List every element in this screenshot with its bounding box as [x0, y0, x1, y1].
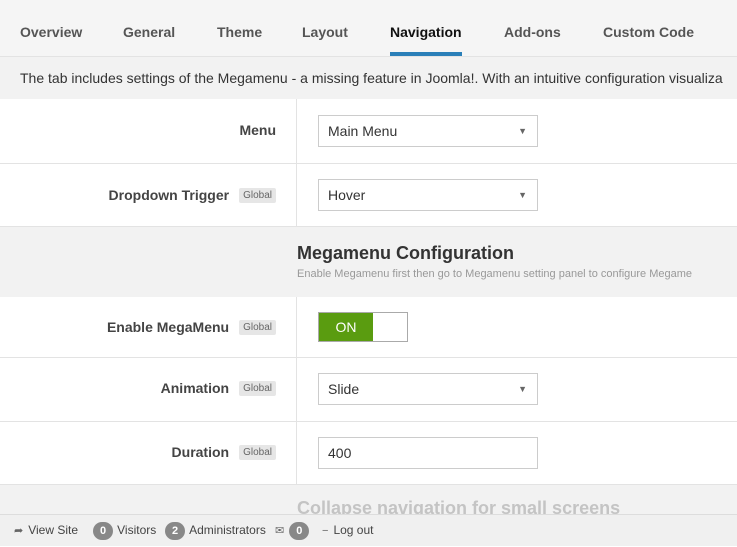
section-description: Enable Megamenu first then go to Megamen…	[297, 268, 693, 280]
global-badge: Global	[239, 188, 276, 203]
administrators-count-badge: 2	[165, 522, 186, 540]
duration-label-text: Duration	[171, 444, 230, 460]
animation-label-text: Animation	[160, 380, 230, 396]
tab-bar: Overview General Theme Layout Navigation…	[0, 0, 737, 57]
enable-megamenu-label-text: Enable MegaMenu	[106, 319, 230, 335]
tab-overview[interactable]: Overview	[20, 0, 82, 56]
field-row-menu: Menu Main Menu ▼	[0, 99, 737, 164]
view-site-link[interactable]: ➦ View Site	[14, 515, 78, 547]
dropdown-trigger-label: Dropdown Trigger Global	[109, 187, 276, 203]
field-row-dropdown-trigger: Dropdown Trigger Global Hover ▼	[0, 164, 737, 227]
section-collapse-navigation: Collapse navigation for small screens	[0, 485, 737, 514]
dropdown-trigger-select[interactable]: Hover ▼	[318, 179, 538, 211]
administrators-indicator[interactable]: 2 Administrators	[165, 515, 266, 546]
caret-down-icon: ▼	[518, 190, 527, 200]
caret-down-icon: ▼	[518, 126, 527, 136]
tab-custom-code[interactable]: Custom Code	[603, 0, 694, 56]
view-site-label: View Site	[28, 523, 79, 537]
enable-megamenu-toggle[interactable]: ON	[318, 312, 408, 342]
section-megamenu-configuration: Megamenu Configuration Enable Megamenu f…	[0, 227, 737, 297]
field-row-enable-megamenu: Enable MegaMenu Global ON	[0, 297, 737, 358]
duration-label: Duration Global	[172, 444, 276, 460]
toggle-on-state: ON	[319, 313, 373, 341]
duration-input[interactable]: 400	[318, 437, 538, 469]
minus-icon: −	[322, 525, 329, 537]
tab-theme[interactable]: Theme	[217, 0, 262, 56]
tab-general[interactable]: General	[123, 0, 175, 56]
administrators-label: Administrators	[189, 523, 266, 537]
visitors-label: Visitors	[117, 523, 157, 537]
external-link-icon: ➦	[14, 525, 24, 537]
menu-select[interactable]: Main Menu ▼	[318, 115, 538, 147]
animation-select[interactable]: Slide ▼	[318, 373, 538, 405]
field-row-duration: Duration Global 400	[0, 422, 737, 485]
messages-indicator[interactable]: ✉ 0	[275, 515, 313, 547]
visitors-indicator[interactable]: 0 Visitors	[93, 515, 156, 546]
animation-label: Animation Global	[161, 380, 276, 396]
animation-select-value: Slide	[328, 381, 360, 397]
logout-link[interactable]: − Log out	[322, 515, 373, 547]
tab-description: The tab includes settings of the Megamen…	[0, 57, 737, 99]
enable-megamenu-label: Enable MegaMenu Global	[107, 319, 276, 335]
global-badge: Global	[239, 381, 276, 396]
envelope-icon: ✉	[275, 525, 285, 537]
section-title: Megamenu Configuration	[297, 243, 514, 263]
caret-down-icon: ▼	[518, 384, 527, 394]
tab-add-ons[interactable]: Add-ons	[504, 0, 561, 56]
messages-count-badge: 0	[289, 522, 310, 540]
menu-select-value: Main Menu	[328, 123, 398, 139]
dropdown-trigger-value: Hover	[328, 187, 366, 203]
status-bar: ➦ View Site 0 Visitors 2 Administrators ✉ 0 …	[0, 514, 737, 546]
global-badge: Global	[239, 320, 276, 335]
menu-label: Menu	[239, 122, 276, 138]
global-badge: Global	[239, 445, 276, 460]
tab-navigation[interactable]: Navigation	[390, 0, 462, 56]
field-row-animation: Animation Global Slide ▼	[0, 358, 737, 422]
dropdown-trigger-label-text: Dropdown Trigger	[108, 187, 230, 203]
section-title: Collapse navigation for small screens	[297, 498, 621, 514]
visitors-count-badge: 0	[93, 522, 114, 540]
logout-label: Log out	[333, 523, 374, 537]
tab-layout[interactable]: Layout	[302, 0, 348, 56]
